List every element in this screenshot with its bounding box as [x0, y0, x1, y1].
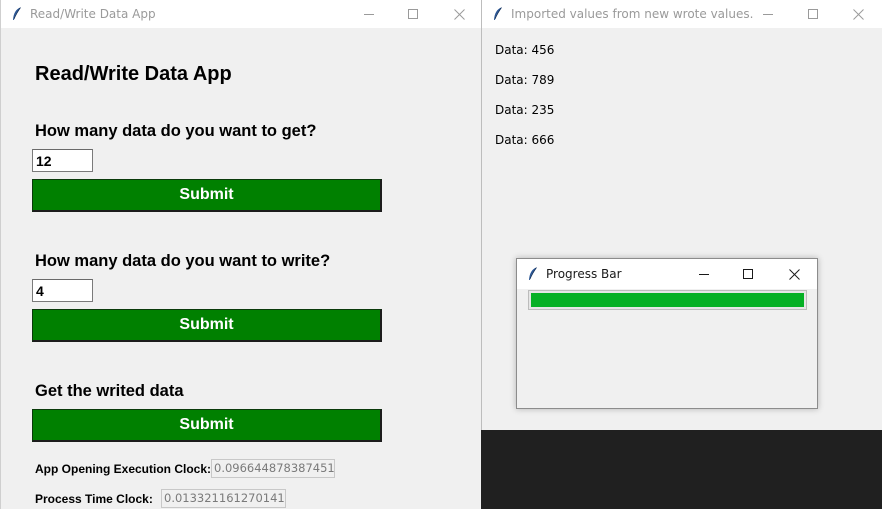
main-window-title: Read/Write Data App — [30, 7, 156, 21]
process-clock-field: 0.013321161270141602 — [161, 489, 286, 508]
minimize-icon — [763, 14, 773, 15]
minimize-button[interactable] — [745, 0, 791, 28]
minimize-button[interactable] — [681, 259, 727, 289]
minimize-button[interactable] — [346, 0, 392, 28]
progress-bar-fill — [531, 293, 804, 307]
close-icon — [852, 8, 864, 20]
get-submit-button[interactable]: Submit — [32, 179, 382, 212]
progress-window-title: Progress Bar — [546, 267, 622, 281]
read-submit-button[interactable]: Submit — [32, 409, 382, 442]
write-count-input[interactable] — [32, 279, 93, 302]
maximize-icon — [808, 9, 818, 19]
opening-clock-field: 0.09664487838745117 — [211, 459, 335, 478]
data-line: Data: 456 — [495, 43, 555, 57]
feather-icon — [529, 267, 537, 280]
close-button[interactable] — [835, 0, 881, 28]
process-clock-label: Process Time Clock: — [35, 492, 153, 506]
imported-window-title: Imported values from new wrote values. — [511, 7, 754, 21]
feather-icon — [494, 7, 502, 20]
close-icon — [453, 8, 465, 20]
read-question-label: Get the writed data — [35, 382, 184, 400]
data-line: Data: 789 — [495, 73, 555, 87]
get-count-input[interactable] — [32, 149, 93, 172]
minimize-icon — [699, 274, 709, 275]
write-question-label: How many data do you want to write? — [35, 252, 331, 270]
progress-bar — [528, 290, 807, 310]
progress-bar-window: Progress Bar — [516, 258, 818, 409]
maximize-button[interactable] — [790, 0, 836, 28]
opening-clock-label: App Opening Execution Clock: — [35, 462, 212, 476]
maximize-button[interactable] — [725, 259, 771, 289]
imported-titlebar[interactable]: Imported values from new wrote values. — [482, 0, 882, 28]
close-button[interactable] — [771, 259, 817, 289]
main-window: Read/Write Data App Read/Write Data App … — [0, 0, 481, 509]
progress-titlebar[interactable]: Progress Bar — [517, 259, 817, 289]
main-titlebar[interactable]: Read/Write Data App — [1, 0, 481, 28]
maximize-button[interactable] — [390, 0, 436, 28]
data-line: Data: 666 — [495, 133, 555, 147]
app-heading: Read/Write Data App — [35, 63, 232, 85]
data-line: Data: 235 — [495, 103, 555, 117]
minimize-icon — [364, 14, 374, 15]
write-submit-button[interactable]: Submit — [32, 309, 382, 342]
feather-icon — [13, 7, 21, 20]
close-button[interactable] — [436, 0, 482, 28]
maximize-icon — [743, 269, 753, 279]
close-icon — [788, 268, 800, 280]
get-question-label: How many data do you want to get? — [35, 122, 317, 140]
maximize-icon — [408, 9, 418, 19]
